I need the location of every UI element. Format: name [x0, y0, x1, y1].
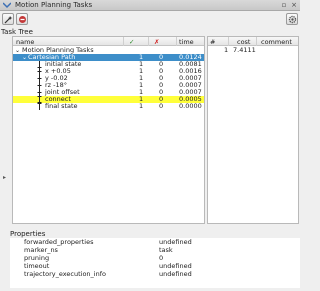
property-value[interactable]: undefined	[159, 270, 192, 278]
property-row[interactable]: timeout undefined	[10, 262, 300, 270]
property-key: timeout	[24, 262, 50, 270]
panel-icon	[3, 2, 11, 9]
properties-table[interactable]: forwarded_properties undefined marker_ns…	[10, 238, 300, 288]
collapse-icon[interactable]: ⌄	[22, 54, 27, 61]
propagator-stage-icon	[37, 89, 42, 96]
task-tree-label: Task Tree	[1, 28, 33, 36]
splitter-handle-icon[interactable]: ▸	[3, 174, 6, 181]
remove-task-button[interactable]	[16, 13, 28, 25]
solutions-header: # cost comment	[208, 37, 298, 46]
property-row[interactable]: marker_ns task	[10, 246, 300, 254]
toolbar	[0, 12, 300, 26]
solution-id: 1	[224, 46, 229, 54]
gear-icon	[288, 15, 297, 24]
solution-cost: 7.4111	[233, 46, 256, 54]
property-key: pruning	[24, 254, 50, 262]
table-row[interactable]: initial state 1 0 0.0081	[13, 61, 204, 68]
solution-row[interactable]: 1 7.4111	[208, 47, 298, 54]
table-row[interactable]: ⌄ Cartesian Path 1 0 0.0124	[13, 54, 204, 61]
task-tree-header: name ✓ ✗ time	[13, 37, 204, 46]
terminal-stage-icon	[37, 103, 42, 110]
property-key: forwarded_properties	[24, 238, 94, 246]
settings-button[interactable]	[286, 13, 298, 25]
connector-stage-icon	[37, 96, 42, 103]
table-row[interactable]: final state 1 0 0.0000	[13, 103, 204, 110]
panel-titlebar: Motion Planning Tasks ▫ ×	[0, 0, 300, 11]
task-success: 1	[139, 102, 144, 110]
table-row[interactable]: joint offset 1 0 0.0007	[13, 89, 204, 96]
column-id[interactable]: #	[210, 38, 215, 46]
wand-icon	[4, 16, 13, 24]
task-time: 0.0000	[179, 102, 202, 110]
solutions-table[interactable]: # cost comment 1 7.4111	[207, 36, 299, 224]
panel-title: Motion Planning Tasks	[15, 1, 93, 9]
column-cost[interactable]: cost	[237, 38, 251, 46]
property-key: marker_ns	[24, 246, 58, 254]
task-name: final state	[45, 102, 78, 110]
column-success[interactable]: ✓	[129, 38, 134, 46]
column-fail[interactable]: ✗	[154, 38, 159, 46]
propagator-stage-icon	[37, 82, 42, 89]
propagator-stage-icon	[37, 68, 42, 75]
propagator-stage-icon	[37, 75, 42, 82]
property-row[interactable]: forwarded_properties undefined	[10, 238, 300, 246]
add-task-button[interactable]	[2, 13, 14, 25]
property-row[interactable]: pruning 0	[10, 254, 300, 262]
table-row[interactable]: rz -18° 1 0 0.0007	[13, 82, 204, 89]
property-value[interactable]: undefined	[159, 262, 192, 270]
property-value[interactable]: task	[159, 246, 173, 254]
column-name[interactable]: name	[16, 38, 34, 46]
task-tree[interactable]: name ✓ ✗ time ⌄ Motion Planning Tasks ⌄ …	[12, 36, 205, 224]
table-row[interactable]: y -0.02 1 0 0.0007	[13, 75, 204, 82]
property-value[interactable]: 0	[159, 254, 163, 262]
float-icon[interactable]: ▫	[280, 1, 288, 9]
generator-stage-icon	[37, 61, 42, 68]
table-row[interactable]: x +0.05 1 0 0.0016	[13, 68, 204, 75]
close-icon[interactable]: ×	[290, 1, 298, 9]
column-comment[interactable]: comment	[261, 38, 292, 46]
collapse-icon[interactable]: ⌄	[15, 47, 20, 54]
task-fail: 0	[159, 102, 164, 110]
table-row[interactable]: connect 1 0 0.0005	[13, 96, 204, 103]
column-time[interactable]: time	[179, 38, 194, 46]
remove-icon	[19, 16, 26, 23]
property-value[interactable]: undefined	[159, 238, 192, 246]
properties-label: Properties	[10, 230, 46, 238]
property-row[interactable]: trajectory_execution_info undefined	[10, 270, 300, 278]
property-key: trajectory_execution_info	[24, 270, 106, 278]
